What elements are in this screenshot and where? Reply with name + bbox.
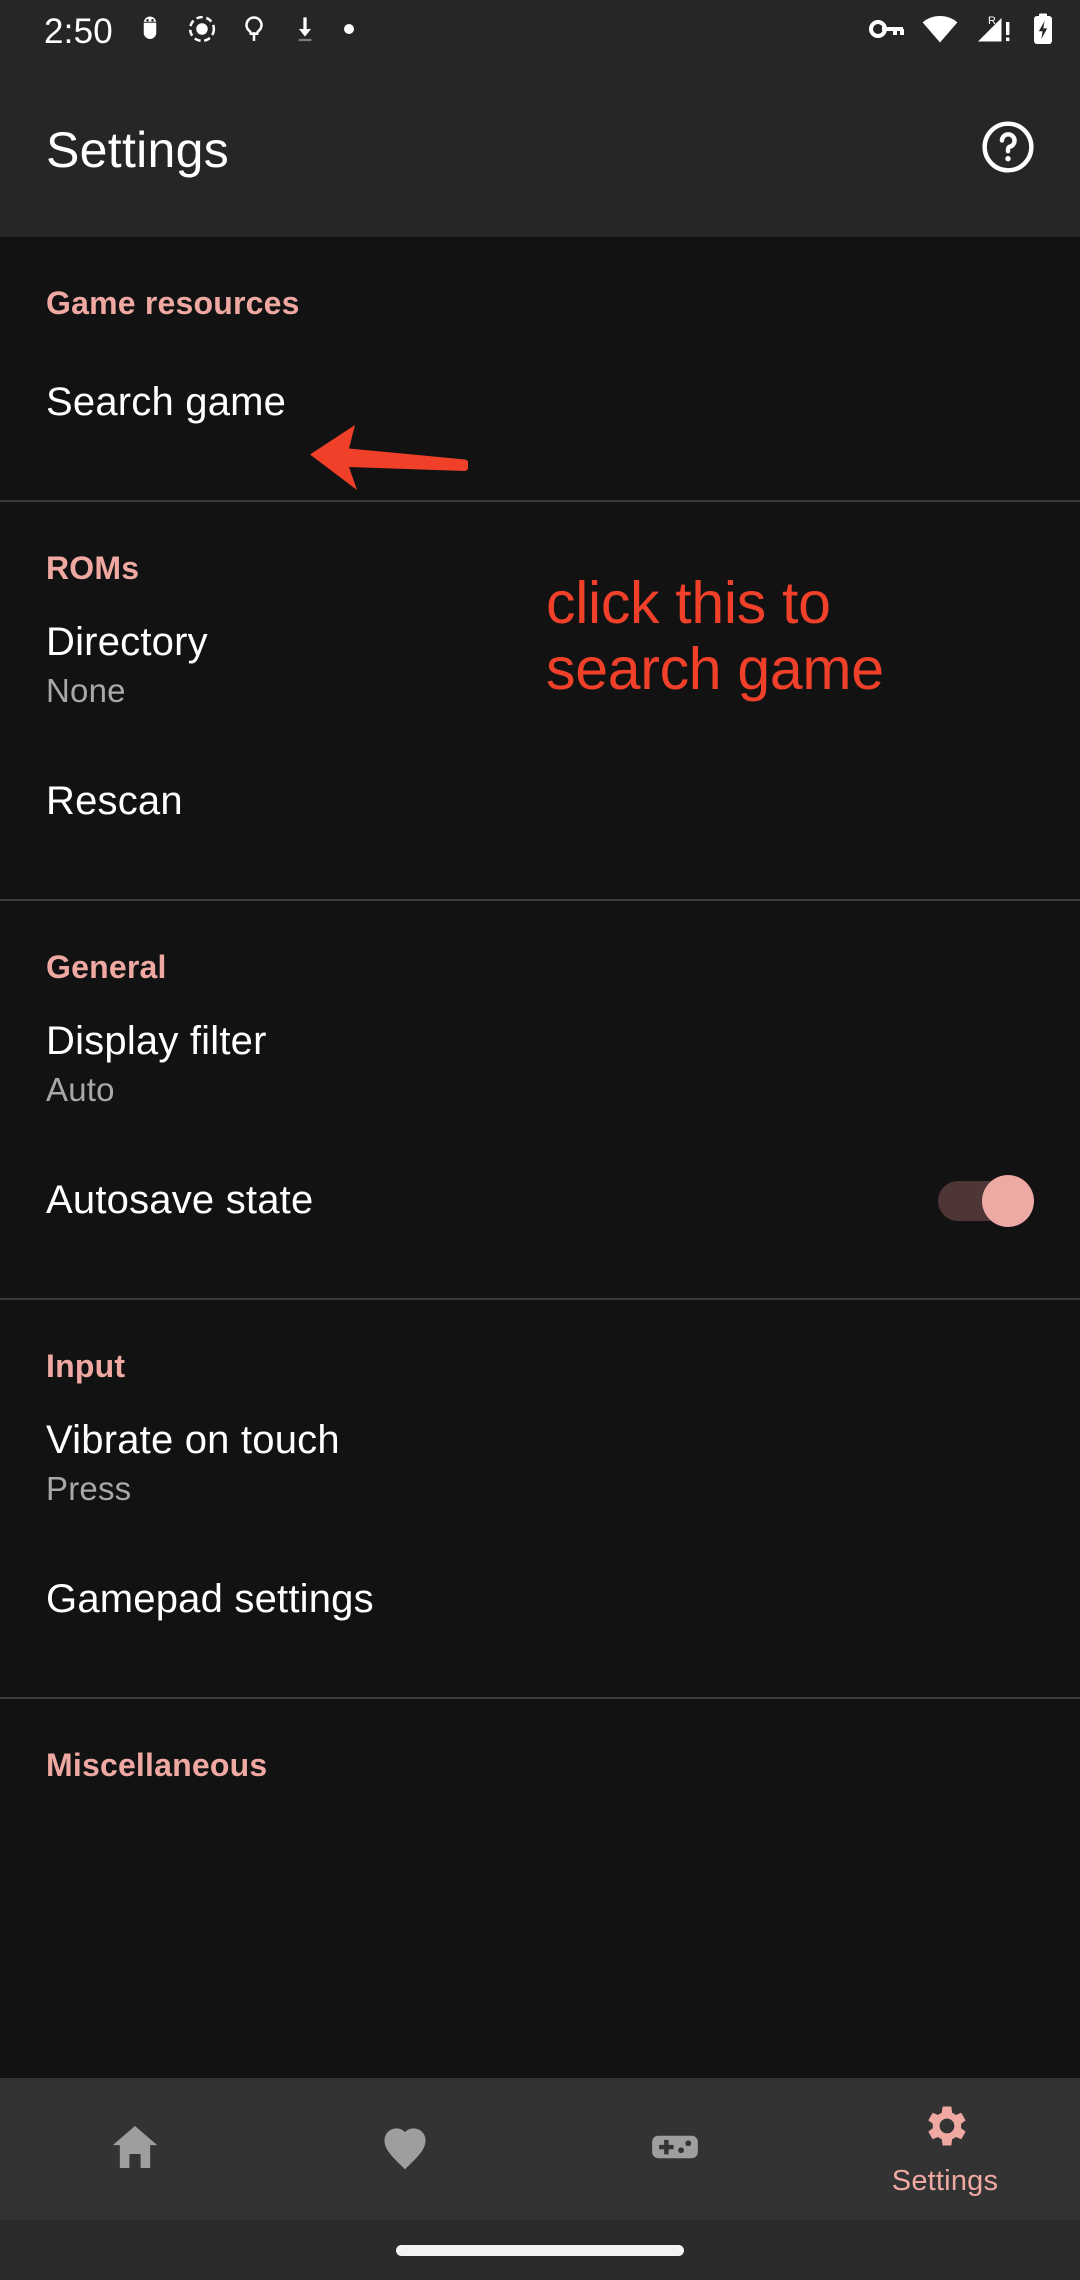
section-general: General Display filter Auto Autosave sta… xyxy=(0,901,1080,1298)
section-header-general: General xyxy=(46,949,167,985)
settings-list[interactable]: Game resources Search game ROMs Director… xyxy=(0,237,1080,2078)
section-input: Input Vibrate on touch Press Gamepad set… xyxy=(0,1300,1080,1697)
section-header-game-resources: Game resources xyxy=(46,285,300,321)
settings-row-display-filter[interactable]: Display filter Auto xyxy=(0,1006,1080,1124)
nav-item-label-settings: Settings xyxy=(891,2165,999,2197)
gesture-navigation-area xyxy=(0,2220,1080,2280)
section-header-roms: ROMs xyxy=(46,550,140,586)
row-subtitle: Press xyxy=(46,1470,132,1508)
heart-icon xyxy=(377,2119,433,2180)
gear-icon xyxy=(919,2100,971,2157)
flashlight-icon xyxy=(239,14,269,49)
row-title: Display filter xyxy=(46,1018,267,1063)
section-header-input: Input xyxy=(46,1348,126,1384)
gamepad-icon xyxy=(647,2119,703,2180)
app-bar: Settings xyxy=(0,62,1080,237)
status-bar: 2:50 R xyxy=(0,0,1080,62)
settings-row-autosave-state[interactable]: Autosave state xyxy=(0,1142,1080,1260)
svg-text:R: R xyxy=(988,15,996,27)
battery-charging-icon xyxy=(1032,13,1054,50)
row-texts: Directory None xyxy=(46,619,208,713)
row-texts: Vibrate on touch Press xyxy=(46,1417,340,1511)
row-texts: Gamepad settings xyxy=(46,1576,374,1623)
nav-item-home[interactable] xyxy=(0,2078,270,2220)
settings-row-rescan[interactable]: Rescan xyxy=(0,743,1080,861)
home-icon xyxy=(107,2119,163,2180)
nav-item-settings[interactable]: Settings xyxy=(810,2078,1080,2220)
row-title: Gamepad settings xyxy=(46,1577,374,1622)
section-miscellaneous: Miscellaneous xyxy=(0,1699,1080,1784)
row-title: Vibrate on touch xyxy=(46,1417,340,1462)
phone-screen: 2:50 R Settings Game resources Search ga… xyxy=(0,0,1080,2280)
screen-record-icon xyxy=(187,14,217,49)
download-icon xyxy=(291,14,319,49)
row-tail xyxy=(938,1175,1034,1227)
settings-row-gamepad-settings[interactable]: Gamepad settings xyxy=(0,1541,1080,1659)
vpn-key-icon xyxy=(869,16,905,47)
row-subtitle: None xyxy=(46,672,126,710)
settings-row-vibrate-on-touch[interactable]: Vibrate on touch Press xyxy=(0,1405,1080,1523)
section-roms: ROMs Directory None Rescan xyxy=(0,502,1080,899)
android-debug-icon xyxy=(135,14,165,49)
gesture-home-pill[interactable] xyxy=(396,2244,684,2256)
nav-item-gamepad[interactable] xyxy=(540,2078,810,2220)
nav-item-favorites[interactable] xyxy=(270,2078,540,2220)
dot-indicator-icon xyxy=(341,21,357,42)
row-texts: Autosave state xyxy=(46,1177,313,1224)
row-texts: Rescan xyxy=(46,778,183,825)
status-bar-left: 2:50 xyxy=(44,14,357,49)
status-bar-clock: 2:50 xyxy=(44,11,113,51)
row-title: Autosave state xyxy=(46,1178,314,1223)
row-subtitle: Auto xyxy=(46,1071,115,1109)
settings-row-search-game[interactable]: Search game xyxy=(0,344,1080,462)
section-header-miscellaneous: Miscellaneous xyxy=(46,1747,268,1783)
bottom-navigation: Settings xyxy=(0,2078,1080,2220)
cellular-signal-roaming-icon: R xyxy=(975,14,1015,49)
row-title: Directory xyxy=(46,619,208,664)
row-title: Search game xyxy=(46,380,287,425)
section-game-resources: Game resources Search game xyxy=(0,237,1080,500)
help-button[interactable] xyxy=(976,118,1040,182)
autosave-state-toggle[interactable] xyxy=(938,1175,1034,1227)
page-title: Settings xyxy=(46,121,230,178)
wifi-icon xyxy=(922,15,958,48)
toggle-thumb xyxy=(982,1175,1034,1227)
row-texts: Search game xyxy=(46,379,286,426)
app-bar-actions xyxy=(976,118,1040,182)
row-texts: Display filter Auto xyxy=(46,1018,267,1112)
status-bar-right: R xyxy=(869,13,1054,50)
settings-row-directory[interactable]: Directory None xyxy=(0,607,1080,725)
row-title: Rescan xyxy=(46,779,183,824)
help-circle-icon xyxy=(980,119,1036,180)
